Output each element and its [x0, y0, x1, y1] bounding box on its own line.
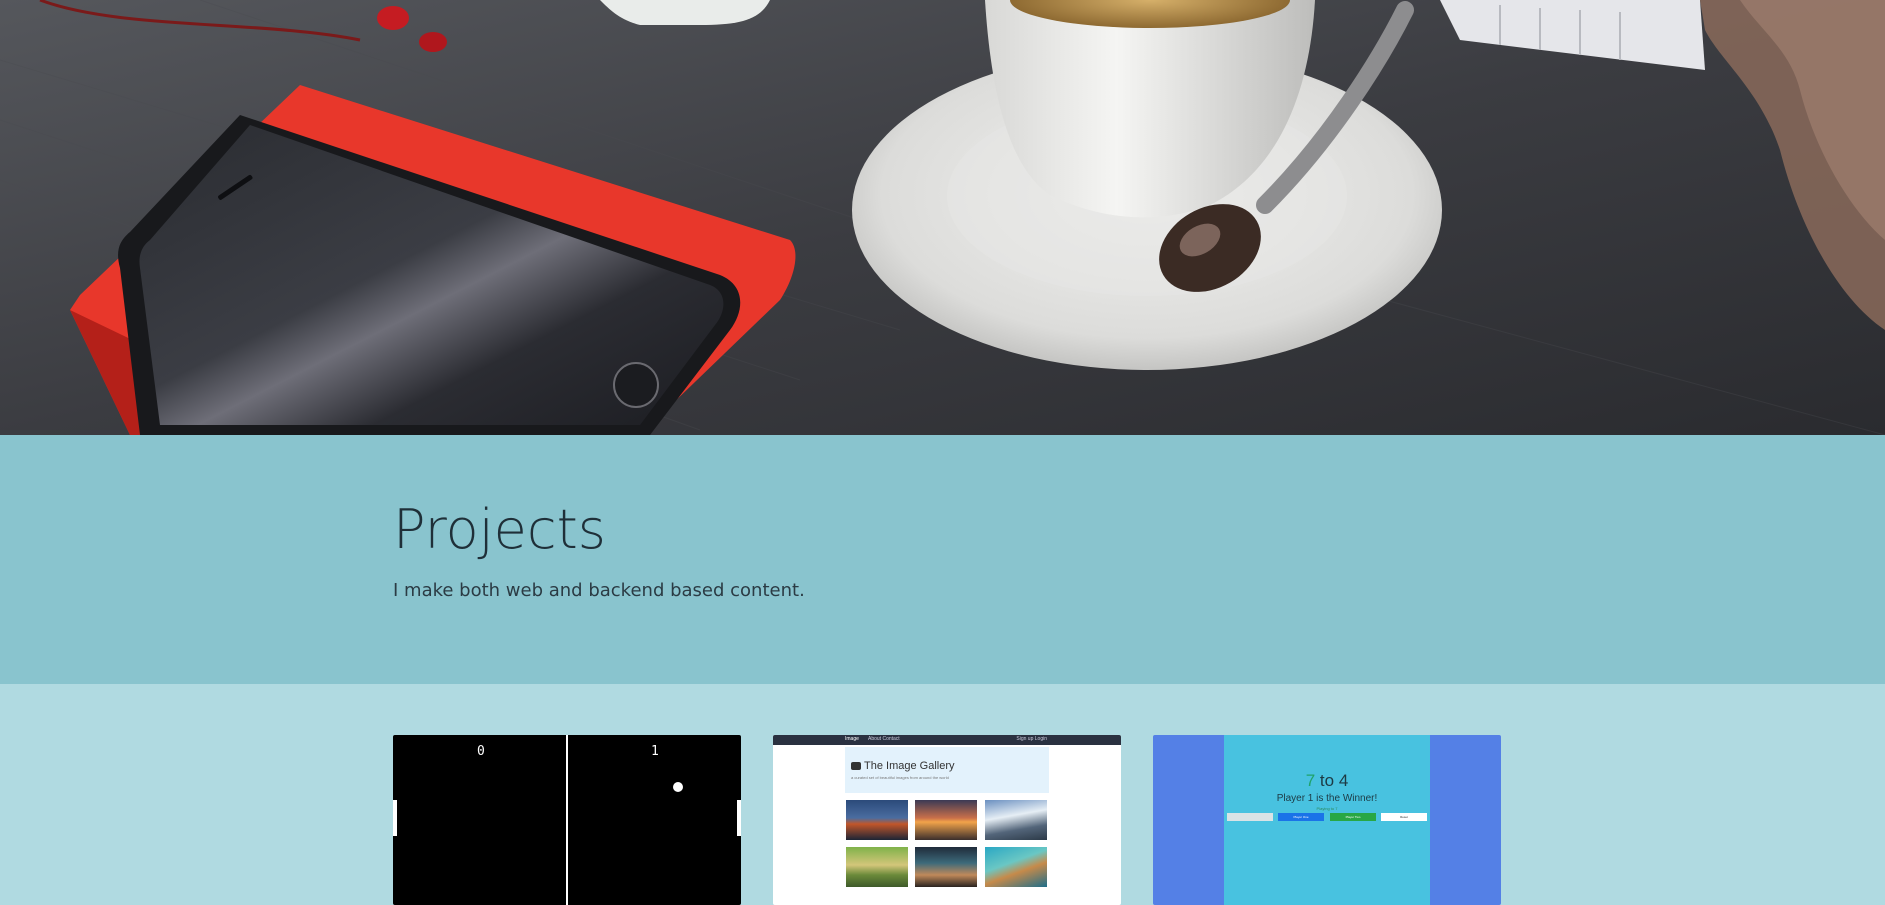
gallery-title: The Image Gallery	[851, 760, 954, 772]
gallery-thumb-turtle	[985, 847, 1047, 887]
projects-title: Projects	[393, 498, 606, 561]
hero-image	[0, 0, 1885, 435]
gallery-thumb-bridge	[846, 800, 908, 840]
winner-text: Player 1 is the Winner!	[1276, 793, 1378, 804]
hero-photo-illustration	[0, 0, 1885, 435]
project-card-image-gallery[interactable]: Image About Contact Sign up Login The Im…	[773, 735, 1121, 905]
pong-paddle-left	[393, 800, 397, 836]
pong-ball	[673, 782, 683, 792]
playing-to-text: Playing to 7	[1316, 806, 1338, 811]
scoreboard-score: 7 to 4	[1224, 771, 1430, 791]
scoreboard-panel: 7 to 4 Player 1 is the Winner! Playing t…	[1224, 735, 1430, 905]
player-one-button: Player One	[1278, 813, 1324, 821]
pong-paddle-right	[737, 800, 741, 836]
camera-icon	[851, 762, 861, 770]
gallery-nav-right: Sign up Login	[1016, 736, 1047, 742]
pong-score-right: 1	[651, 744, 659, 759]
score-player-one: 7	[1305, 771, 1316, 790]
reset-button: Reset	[1381, 813, 1427, 821]
gallery-thumb-city	[915, 847, 977, 887]
gallery-thumb-mountains	[985, 800, 1047, 840]
score-input	[1227, 813, 1273, 821]
project-card-scoreboard[interactable]: 7 to 4 Player 1 is the Winner! Playing t…	[1153, 735, 1501, 905]
gallery-subtitle: a curated set of beautiful images from a…	[851, 775, 949, 780]
gallery-thumb-sunset	[915, 800, 977, 840]
gallery-thumb-path	[846, 847, 908, 887]
projects-section-header	[0, 435, 1885, 684]
gallery-navbar	[773, 735, 1121, 745]
score-player-two: 4	[1338, 771, 1349, 790]
gallery-nav-left: About Contact	[868, 736, 900, 742]
score-separator: to	[1315, 771, 1339, 790]
projects-subtitle: I make both web and backend based conten…	[393, 580, 805, 601]
player-two-button: Player Two	[1330, 813, 1376, 821]
project-card-pong[interactable]: 0 1	[393, 735, 741, 905]
pong-net	[566, 735, 568, 905]
gallery-brand: Image	[845, 736, 859, 742]
gallery-title-text: The Image Gallery	[864, 760, 955, 772]
pong-score-left: 0	[477, 744, 485, 759]
